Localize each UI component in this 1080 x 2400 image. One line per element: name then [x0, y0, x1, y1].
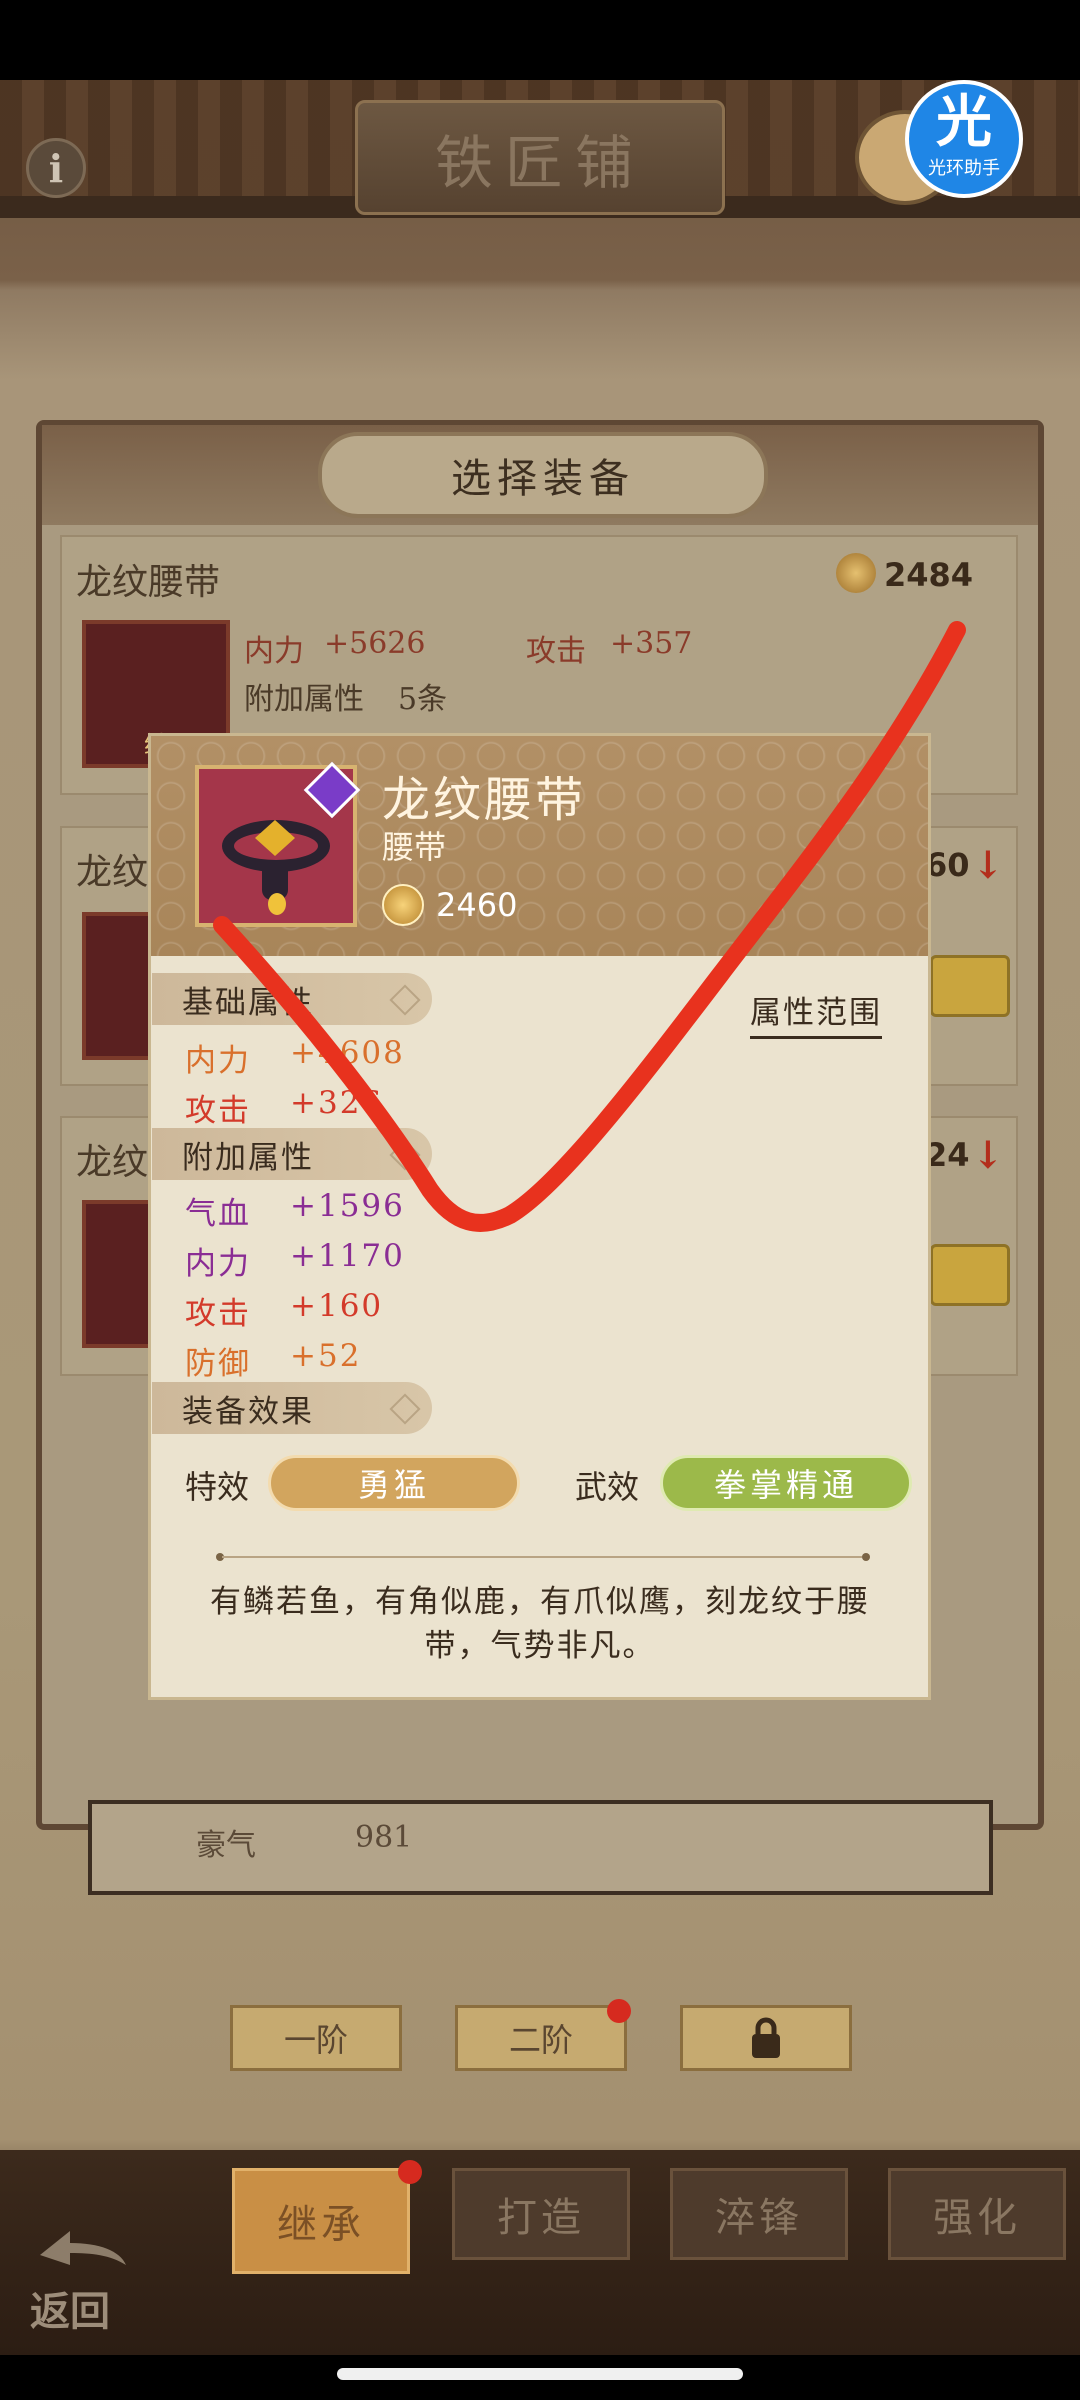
stat-value: +326 [290, 1085, 384, 1121]
extra-stat-row: 气血 +1596 [185, 1188, 403, 1233]
tab-temper[interactable]: 淬锋 [670, 2168, 848, 2260]
row-name: 龙纹腰带 [76, 562, 221, 603]
row-score: 60 [925, 846, 970, 884]
down-arrow-icon: ↓ [972, 1132, 1004, 1177]
special-effect-label: 特效 [185, 1468, 250, 1506]
status-bar [0, 0, 1080, 80]
divider [222, 1556, 862, 1558]
row-score: 24 [925, 1136, 970, 1174]
attribute-range-link[interactable]: 属性范围 [750, 987, 882, 1039]
extra-stat-row: 攻击 +160 [185, 1288, 381, 1333]
tab-inherit[interactable]: 继承 [232, 2168, 410, 2274]
item-type: 腰带 [382, 828, 447, 866]
lock-icon [752, 2017, 780, 2058]
row-stat-2-name: 攻击 [526, 634, 586, 669]
row-stat-1-value: +5626 [324, 626, 426, 661]
martial-effect-pill[interactable]: 拳掌精通 [660, 1455, 912, 1511]
stat-value: +1596 [290, 1188, 405, 1224]
guanghuan-helper-icon[interactable]: 光 光环助手 [905, 80, 1023, 198]
extra-stat-row: 防御 +52 [185, 1338, 359, 1383]
stat-name: 内力 [185, 1043, 251, 1079]
row-name: 龙纹 [76, 852, 149, 893]
panel-title: 选择装备 [318, 432, 768, 518]
stat-value: +4608 [290, 1035, 405, 1071]
row-name: 龙纹 [76, 1142, 149, 1183]
score-icon [836, 553, 876, 593]
attribute-value: 981 [355, 1820, 413, 1855]
row-extra-value: 5条 [398, 682, 448, 717]
home-indicator[interactable] [337, 2368, 743, 2380]
step-2-button[interactable]: 二阶 [455, 2005, 627, 2071]
special-effect-pill[interactable]: 勇猛 [268, 1455, 520, 1511]
tab-forge[interactable]: 打造 [452, 2168, 630, 2260]
lock-button[interactable] [680, 2005, 852, 2071]
shop-title: 铁匠铺 [355, 100, 725, 215]
info-icon[interactable]: i [26, 138, 86, 198]
stat-name: 内力 [185, 1246, 251, 1282]
divider-dot [862, 1553, 870, 1561]
section-base-attributes: 基础属性 [152, 973, 432, 1025]
martial-effect-label: 武效 [575, 1468, 640, 1506]
tab-enhance[interactable]: 强化 [888, 2168, 1066, 2260]
helper-label: 光环助手 [928, 158, 1000, 179]
notification-dot [398, 2160, 422, 2184]
back-arrow-icon [40, 2231, 126, 2265]
stat-name: 攻击 [185, 1296, 251, 1332]
score-icon [382, 884, 424, 926]
row-stat-1-name: 内力 [244, 634, 304, 669]
stat-value: +160 [290, 1288, 384, 1324]
pin-icon [268, 893, 286, 915]
back-label: 返回 [30, 2288, 110, 2335]
stat-value: +1170 [290, 1238, 405, 1274]
section-extra-attributes: 附加属性 [152, 1128, 432, 1180]
stat-name: 攻击 [185, 1093, 251, 1129]
base-stat-row: 内力 +4608 [185, 1035, 403, 1080]
section-equipment-effect: 装备效果 [152, 1382, 432, 1434]
item-description: 有鳞若鱼，有角似鹿，有爪似鹰，刻龙纹于腰带，气势非凡。 [210, 1584, 870, 1664]
base-stat-row: 攻击 +326 [185, 1085, 381, 1130]
stat-name: 气血 [185, 1196, 251, 1232]
row-stat-2-value: +357 [610, 626, 693, 661]
down-arrow-icon: ↓ [972, 842, 1004, 887]
stat-value: +52 [290, 1338, 362, 1374]
row-extra-label: 附加属性 [244, 682, 364, 717]
notification-dot [607, 1999, 631, 2023]
back-button[interactable]: 返回 [30, 2225, 140, 2335]
step-1-button[interactable]: 一阶 [230, 2005, 402, 2071]
extra-stat-row: 内力 +1170 [185, 1238, 403, 1283]
item-score: 2460 [436, 886, 518, 924]
helper-glyph: 光 [936, 90, 992, 155]
stat-name: 防御 [185, 1346, 251, 1382]
item-name: 龙纹腰带 [382, 772, 587, 828]
select-button[interactable] [930, 955, 1010, 1017]
attribute-label: 豪气 [196, 1828, 256, 1863]
row-score: 2484 [884, 556, 974, 594]
select-button[interactable] [930, 1244, 1010, 1306]
